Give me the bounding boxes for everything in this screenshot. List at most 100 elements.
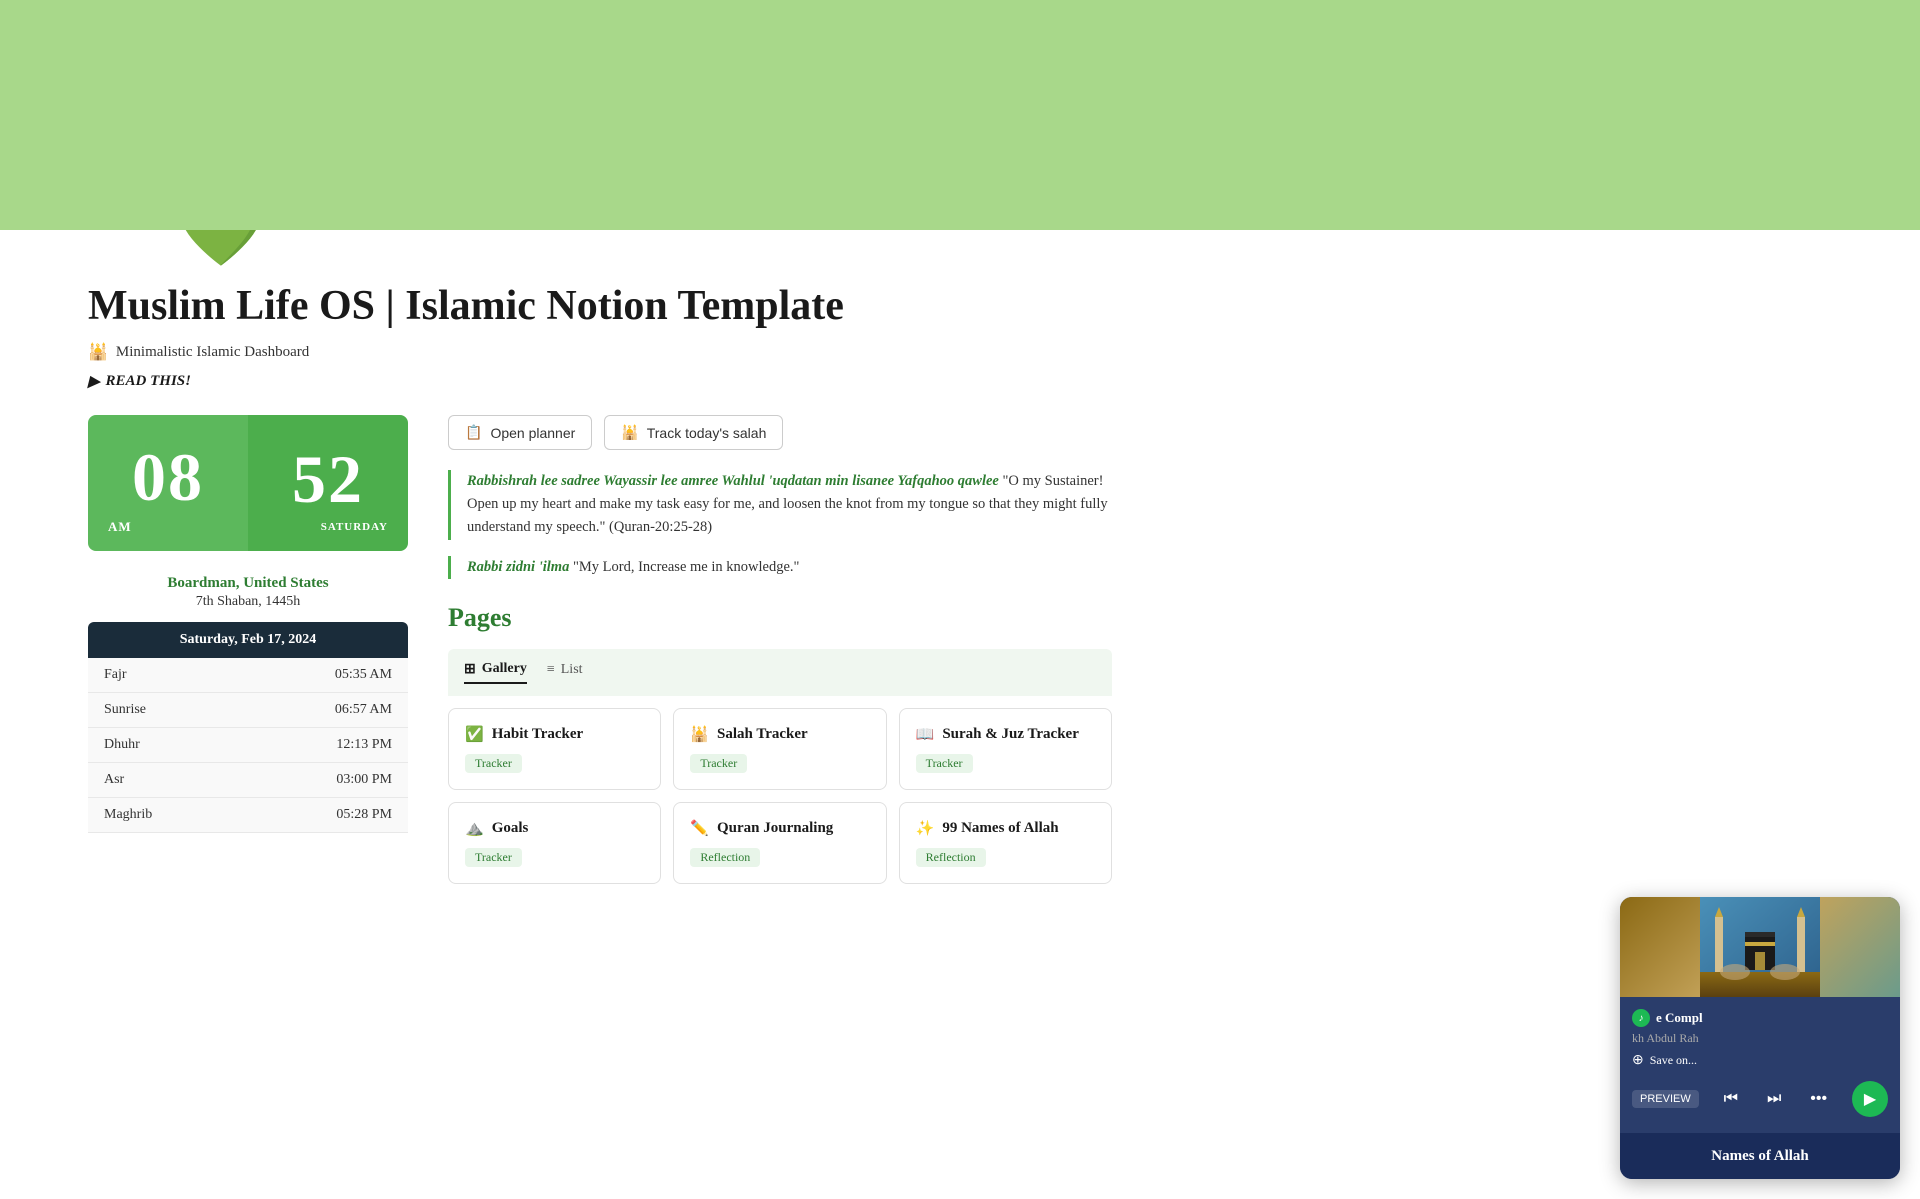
clock-day: SATURDAY bbox=[321, 521, 388, 533]
left-column: 08 AM 52 SATURDAY Boardman, United State… bbox=[88, 415, 408, 884]
track-salah-label: Track today's salah bbox=[647, 425, 767, 441]
page-card-title: 📖 Surah & Juz Tracker bbox=[916, 725, 1095, 744]
hijri-date: 7th Shaban, 1445h bbox=[88, 594, 408, 610]
quote-2-text: Rabbi zidni 'ilma "My Lord, Increase me … bbox=[467, 556, 1112, 579]
prayer-name: Maghrib bbox=[88, 798, 240, 833]
page-card[interactable]: ✨ 99 Names of Allah Reflection bbox=[899, 802, 1112, 884]
spotify-next-button[interactable]: ⏭ bbox=[1763, 1086, 1785, 1112]
page-card-icon: 📖 bbox=[916, 725, 935, 744]
quote-2-arabic: Rabbi zidni 'ilma bbox=[467, 559, 569, 575]
page-card-name: Goals bbox=[492, 820, 529, 837]
quote-1-arabic: Rabbishrah lee sadree Wayassir lee amree… bbox=[467, 473, 999, 489]
page-card-name: Quran Journaling bbox=[717, 820, 833, 837]
page-card-icon: ✅ bbox=[465, 725, 484, 744]
prayer-time: 05:28 PM bbox=[240, 798, 408, 833]
prayer-name: Sunrise bbox=[88, 693, 240, 728]
prayer-time: 06:57 AM bbox=[240, 693, 408, 728]
names-of-allah-bar: Names of Allah bbox=[1620, 1133, 1900, 1179]
clock-ampm: AM bbox=[108, 519, 132, 535]
pages-grid: ✅ Habit Tracker Tracker 🕌 Salah Tracker … bbox=[448, 708, 1112, 884]
prayer-date-header: Saturday, Feb 17, 2024 bbox=[88, 622, 408, 658]
location-city: Boardman, United States bbox=[88, 575, 408, 592]
page-card-tag: Reflection bbox=[916, 848, 986, 867]
page-card-title: ✨ 99 Names of Allah bbox=[916, 819, 1095, 838]
page-card-name: Habit Tracker bbox=[492, 726, 584, 743]
page-card-title: ✏️ Quran Journaling bbox=[690, 819, 869, 838]
tab-gallery[interactable]: ⊞ Gallery bbox=[464, 661, 527, 684]
prayer-times-table: Fajr05:35 AMSunrise06:57 AMDhuhr12:13 PM… bbox=[88, 658, 408, 833]
clock-widget: 08 AM 52 SATURDAY bbox=[88, 415, 408, 551]
spotify-widget: ♪ e Compl kh Abdul Rah ⊕ Save on... PREV… bbox=[1620, 897, 1900, 1179]
spotify-play-button[interactable]: ▶ bbox=[1852, 1081, 1888, 1117]
prayer-time: 03:00 PM bbox=[240, 763, 408, 798]
open-planner-label: Open planner bbox=[490, 425, 575, 441]
page-card-name: Surah & Juz Tracker bbox=[942, 726, 1079, 743]
triangle-icon: ▶ bbox=[88, 372, 100, 391]
track-salah-button[interactable]: 🕌 Track today's salah bbox=[604, 415, 783, 450]
quote-block-2: Rabbi zidni 'ilma "My Lord, Increase me … bbox=[448, 556, 1112, 579]
prayer-time-row: Asr03:00 PM bbox=[88, 763, 408, 798]
prayer-time-row: Dhuhr12:13 PM bbox=[88, 728, 408, 763]
prayer-name: Dhuhr bbox=[88, 728, 240, 763]
prayer-time-row: Sunrise06:57 AM bbox=[88, 693, 408, 728]
spotify-preview-button[interactable]: PREVIEW bbox=[1632, 1090, 1699, 1108]
page-card-title: ✅ Habit Tracker bbox=[465, 725, 644, 744]
page-card[interactable]: ✏️ Quran Journaling Reflection bbox=[673, 802, 886, 884]
page-card-title: ⛰️ Goals bbox=[465, 819, 644, 838]
prayer-time: 12:13 PM bbox=[240, 728, 408, 763]
page-card-name: Salah Tracker bbox=[717, 726, 808, 743]
spotify-image bbox=[1620, 897, 1900, 997]
clock-minutes-value: 52 bbox=[292, 445, 364, 513]
header-banner bbox=[0, 0, 1920, 230]
list-label: List bbox=[561, 662, 583, 678]
planner-icon: 📋 bbox=[465, 424, 482, 441]
pages-section: Pages ⊞ Gallery ≡ List bbox=[448, 603, 1112, 884]
open-planner-button[interactable]: 📋 Open planner bbox=[448, 415, 592, 450]
prayer-time-row: Fajr05:35 AM bbox=[88, 658, 408, 693]
spotify-logo: ♪ bbox=[1632, 1009, 1650, 1027]
page-card-icon: ✏️ bbox=[690, 819, 709, 838]
page-card-icon: 🕌 bbox=[690, 725, 709, 744]
spotify-save-label: Save on... bbox=[1650, 1053, 1697, 1068]
page-card[interactable]: ⛰️ Goals Tracker bbox=[448, 802, 661, 884]
pages-tabs: ⊞ Gallery ≡ List bbox=[464, 661, 1096, 684]
page-card-tag: Tracker bbox=[465, 754, 522, 773]
read-this-row[interactable]: ▶ READ THIS! bbox=[88, 372, 1112, 391]
subtitle-text: Minimalistic Islamic Dashboard bbox=[116, 344, 309, 361]
page-card-tag: Tracker bbox=[465, 848, 522, 867]
prayer-times-widget: Saturday, Feb 17, 2024 Fajr05:35 AMSunri… bbox=[88, 622, 408, 833]
list-icon: ≡ bbox=[547, 662, 555, 678]
mosque-icon: 🕌 bbox=[88, 342, 108, 362]
gallery-icon: ⊞ bbox=[464, 661, 476, 678]
page-card-icon: ✨ bbox=[916, 819, 935, 838]
page-title: Muslim Life OS | Islamic Notion Template bbox=[88, 282, 1112, 330]
page-card-title: 🕌 Salah Tracker bbox=[690, 725, 869, 744]
tab-list[interactable]: ≡ List bbox=[547, 662, 583, 682]
page-card-icon: ⛰️ bbox=[465, 819, 484, 838]
salah-icon: 🕌 bbox=[621, 424, 638, 441]
spotify-prev-button[interactable]: ⏮ bbox=[1720, 1086, 1742, 1112]
clock-hours: 08 AM bbox=[88, 415, 248, 551]
clock-minutes: 52 SATURDAY bbox=[248, 415, 408, 551]
clock-hours-value: 08 bbox=[132, 443, 204, 511]
subtitle-row: 🕌 Minimalistic Islamic Dashboard bbox=[88, 342, 1112, 362]
page-card-tag: Tracker bbox=[690, 754, 747, 773]
plus-icon: ⊕ bbox=[1632, 1052, 1644, 1069]
quote-1-text: Rabbishrah lee sadree Wayassir lee amree… bbox=[467, 470, 1112, 540]
pages-title: Pages bbox=[448, 603, 1112, 633]
gallery-label: Gallery bbox=[482, 661, 527, 677]
pages-header: ⊞ Gallery ≡ List bbox=[448, 649, 1112, 696]
page-card[interactable]: 📖 Surah & Juz Tracker Tracker bbox=[899, 708, 1112, 790]
page-card[interactable]: ✅ Habit Tracker Tracker bbox=[448, 708, 661, 790]
page-card-name: 99 Names of Allah bbox=[942, 820, 1058, 837]
spotify-save-row: ⊕ Save on... bbox=[1632, 1052, 1888, 1069]
page-card-tag: Reflection bbox=[690, 848, 760, 867]
spotify-song-title: e Compl bbox=[1656, 1010, 1703, 1026]
location-widget: Boardman, United States 7th Shaban, 1445… bbox=[88, 575, 408, 610]
spotify-more-button[interactable]: ••• bbox=[1806, 1086, 1831, 1112]
main-layout: 08 AM 52 SATURDAY Boardman, United State… bbox=[88, 415, 1112, 884]
spotify-controls[interactable]: PREVIEW ⏮ ⏭ ••• ▶ bbox=[1632, 1077, 1888, 1125]
page-card[interactable]: 🕌 Salah Tracker Tracker bbox=[673, 708, 886, 790]
quote-2-translation: "My Lord, Increase me in knowledge." bbox=[569, 559, 799, 575]
spotify-info: ♪ e Compl kh Abdul Rah ⊕ Save on... PREV… bbox=[1620, 997, 1900, 1133]
